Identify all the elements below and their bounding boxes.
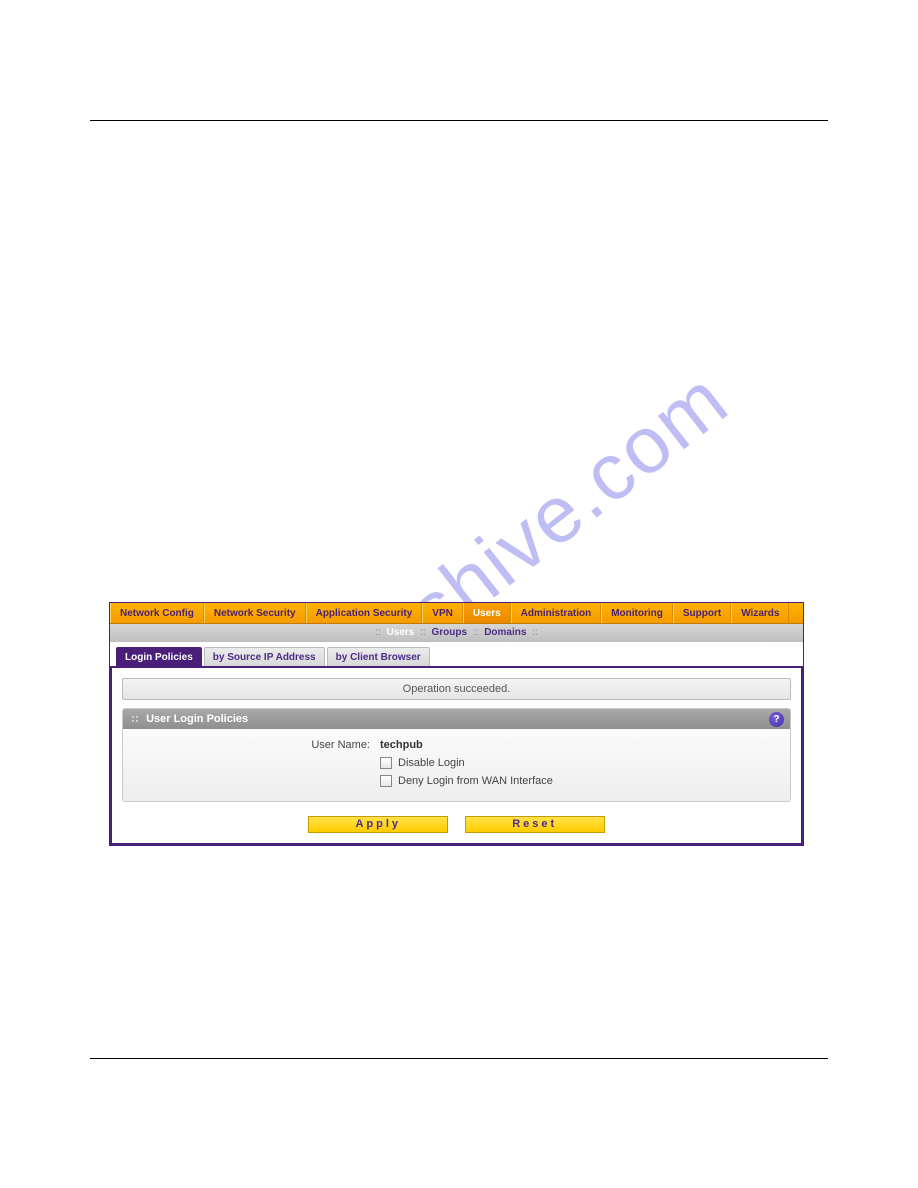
screenshot-panel: Network Config Network Security Applicat… <box>109 602 804 846</box>
subnav-groups[interactable]: Groups <box>432 627 468 638</box>
help-icon[interactable]: ? <box>769 712 784 727</box>
nav-administration[interactable]: Administration <box>511 603 602 623</box>
subnav-users[interactable]: Users <box>387 627 415 638</box>
disable-login-checkbox[interactable] <box>380 757 392 769</box>
group-header: User Login Policies ? <box>123 709 790 729</box>
grip-icon <box>131 715 139 723</box>
tab-strip: Login Policies by Source IP Address by C… <box>110 642 803 668</box>
rule-top <box>90 120 828 121</box>
nav-network-config[interactable]: Network Config <box>110 603 204 623</box>
nav-users[interactable]: Users <box>463 603 511 623</box>
separator-icon: :: <box>532 627 538 638</box>
separator-icon: :: <box>473 627 479 638</box>
separator-icon: :: <box>420 627 426 638</box>
deny-wan-checkbox[interactable] <box>380 775 392 787</box>
button-row: Apply Reset <box>122 814 791 833</box>
disable-login-label: Disable Login <box>398 757 465 769</box>
tab-by-source-ip[interactable]: by Source IP Address <box>204 647 325 666</box>
username-value: techpub <box>380 739 423 751</box>
reset-button[interactable]: Reset <box>465 816 605 833</box>
nav-application-security[interactable]: Application Security <box>306 603 423 623</box>
username-row: User Name: techpub <box>135 739 778 751</box>
nav-support[interactable]: Support <box>673 603 731 623</box>
nav-wizards[interactable]: Wizards <box>731 603 789 623</box>
panel-body: Operation succeeded. User Login Policies… <box>110 668 803 845</box>
nav-monitoring[interactable]: Monitoring <box>601 603 673 623</box>
separator-icon: :: <box>375 627 381 638</box>
group-body: User Name: techpub Disable Login Deny Lo… <box>123 729 790 801</box>
primary-nav: Network Config Network Security Applicat… <box>110 603 803 624</box>
tab-by-client-browser[interactable]: by Client Browser <box>327 647 430 666</box>
disable-login-row: Disable Login <box>135 757 778 769</box>
secondary-nav: :: Users :: Groups :: Domains :: <box>110 624 803 642</box>
subnav-domains[interactable]: Domains <box>484 627 526 638</box>
group-title: User Login Policies <box>146 713 248 725</box>
nav-vpn[interactable]: VPN <box>422 603 463 623</box>
user-login-policies-group: User Login Policies ? User Name: techpub… <box>122 708 791 802</box>
tab-login-policies[interactable]: Login Policies <box>116 647 202 666</box>
status-message: Operation succeeded. <box>122 678 791 700</box>
nav-network-security[interactable]: Network Security <box>204 603 306 623</box>
apply-button[interactable]: Apply <box>308 816 448 833</box>
deny-wan-row: Deny Login from WAN Interface <box>135 775 778 787</box>
username-label: User Name: <box>135 739 380 751</box>
rule-bottom <box>90 1058 828 1059</box>
deny-wan-label: Deny Login from WAN Interface <box>398 775 553 787</box>
